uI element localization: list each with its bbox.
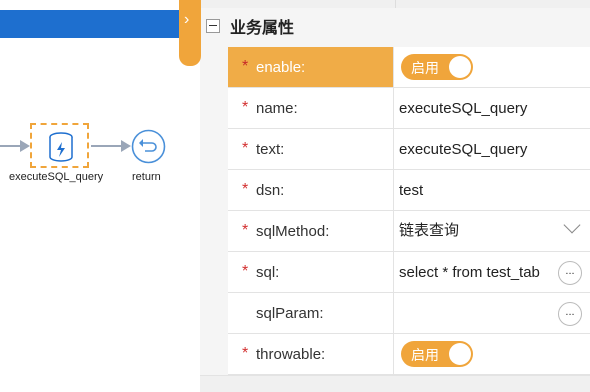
property-key: * sqlMethod: — [228, 211, 394, 251]
chevron-down-icon[interactable] — [563, 216, 581, 234]
property-row-name: * name: executeSQL_query — [228, 88, 590, 129]
flow-edge — [91, 145, 123, 147]
property-row-sqlmethod: * sqlMethod: 链表查询 — [228, 211, 590, 252]
property-key-label: text: — [256, 140, 285, 158]
panel-collapse-tab[interactable]: › — [179, 0, 201, 66]
sqlparam-more-button[interactable]: ... — [558, 302, 582, 326]
property-key-label: sql: — [256, 263, 280, 281]
name-field[interactable]: executeSQL_query — [394, 88, 590, 128]
sql-field[interactable]: select * from test_tab ... — [394, 252, 590, 292]
property-table: * enable: 启用 * name: executeSQL_query * … — [228, 47, 590, 375]
property-value: 启用 — [394, 47, 590, 87]
chevron-right-icon: › — [184, 11, 190, 28]
panel-bottom-strip — [200, 375, 590, 392]
required-mark: * — [242, 181, 249, 198]
toggle-label: 启用 — [411, 347, 439, 363]
property-key: * dsn: — [228, 170, 394, 210]
panel-header-strip — [200, 0, 590, 8]
sqlmethod-value: 链表查询 — [399, 221, 460, 239]
toggle-knob — [449, 56, 471, 78]
sqlmethod-select[interactable]: 链表查询 — [394, 211, 590, 251]
property-key: * sql: — [228, 252, 394, 292]
node-executesql-label: executeSQL_query — [9, 171, 104, 183]
text-field[interactable]: executeSQL_query — [394, 129, 590, 169]
return-icon — [131, 129, 166, 164]
section-title: 业务属性 — [230, 20, 295, 37]
property-value: 启用 — [394, 334, 590, 374]
property-row-sqlparam: sqlParam: ... — [228, 293, 590, 334]
required-mark: * — [242, 222, 249, 239]
section-header[interactable]: 业务属性 — [206, 14, 294, 38]
enable-toggle[interactable]: 启用 — [401, 54, 473, 80]
property-key-label: sqlParam: — [256, 304, 324, 322]
node-executesql[interactable] — [30, 123, 89, 168]
sqlparam-field[interactable]: ... — [394, 293, 590, 333]
flow-canvas[interactable]: executeSQL_query return — [0, 0, 200, 391]
toggle-knob — [449, 343, 471, 365]
throwable-toggle[interactable]: 启用 — [401, 341, 473, 367]
incoming-edge — [0, 145, 22, 147]
property-key-label: sqlMethod: — [256, 222, 330, 240]
property-row-text: * text: executeSQL_query — [228, 129, 590, 170]
node-return[interactable] — [131, 129, 166, 164]
property-key-label: throwable: — [256, 345, 326, 363]
required-mark: * — [242, 58, 249, 75]
property-row-enable: * enable: 启用 — [228, 47, 590, 88]
property-key-label: enable: — [256, 58, 306, 76]
required-mark: * — [242, 140, 249, 157]
sql-more-button[interactable]: ... — [558, 261, 582, 285]
collapse-minus-icon[interactable] — [206, 19, 220, 33]
property-key-label: name: — [256, 99, 298, 117]
property-row-throwable: * throwable: 启用 — [228, 334, 590, 375]
node-return-label: return — [132, 171, 161, 183]
property-key: * text: — [228, 129, 394, 169]
required-mark: * — [242, 263, 249, 280]
properties-panel: 业务属性 * enable: 启用 * name: executeSQL_que… — [200, 0, 590, 392]
incoming-arrowhead — [20, 140, 30, 152]
required-mark: * — [242, 99, 249, 116]
sql-value: select * from test_tab — [399, 263, 540, 281]
property-key-label: dsn: — [256, 181, 285, 199]
flow-arrowhead — [121, 140, 131, 152]
toggle-label: 启用 — [411, 60, 439, 76]
property-key: * enable: — [228, 47, 394, 87]
property-row-sql: * sql: select * from test_tab ... — [228, 252, 590, 293]
required-mark: * — [242, 345, 249, 362]
property-key: * throwable: — [228, 334, 394, 374]
property-row-dsn: * dsn: test — [228, 170, 590, 211]
canvas-header-bar — [0, 10, 200, 38]
database-lightning-icon — [49, 132, 73, 162]
property-key: sqlParam: — [228, 293, 394, 333]
property-key: * name: — [228, 88, 394, 128]
dsn-field[interactable]: test — [394, 170, 590, 210]
